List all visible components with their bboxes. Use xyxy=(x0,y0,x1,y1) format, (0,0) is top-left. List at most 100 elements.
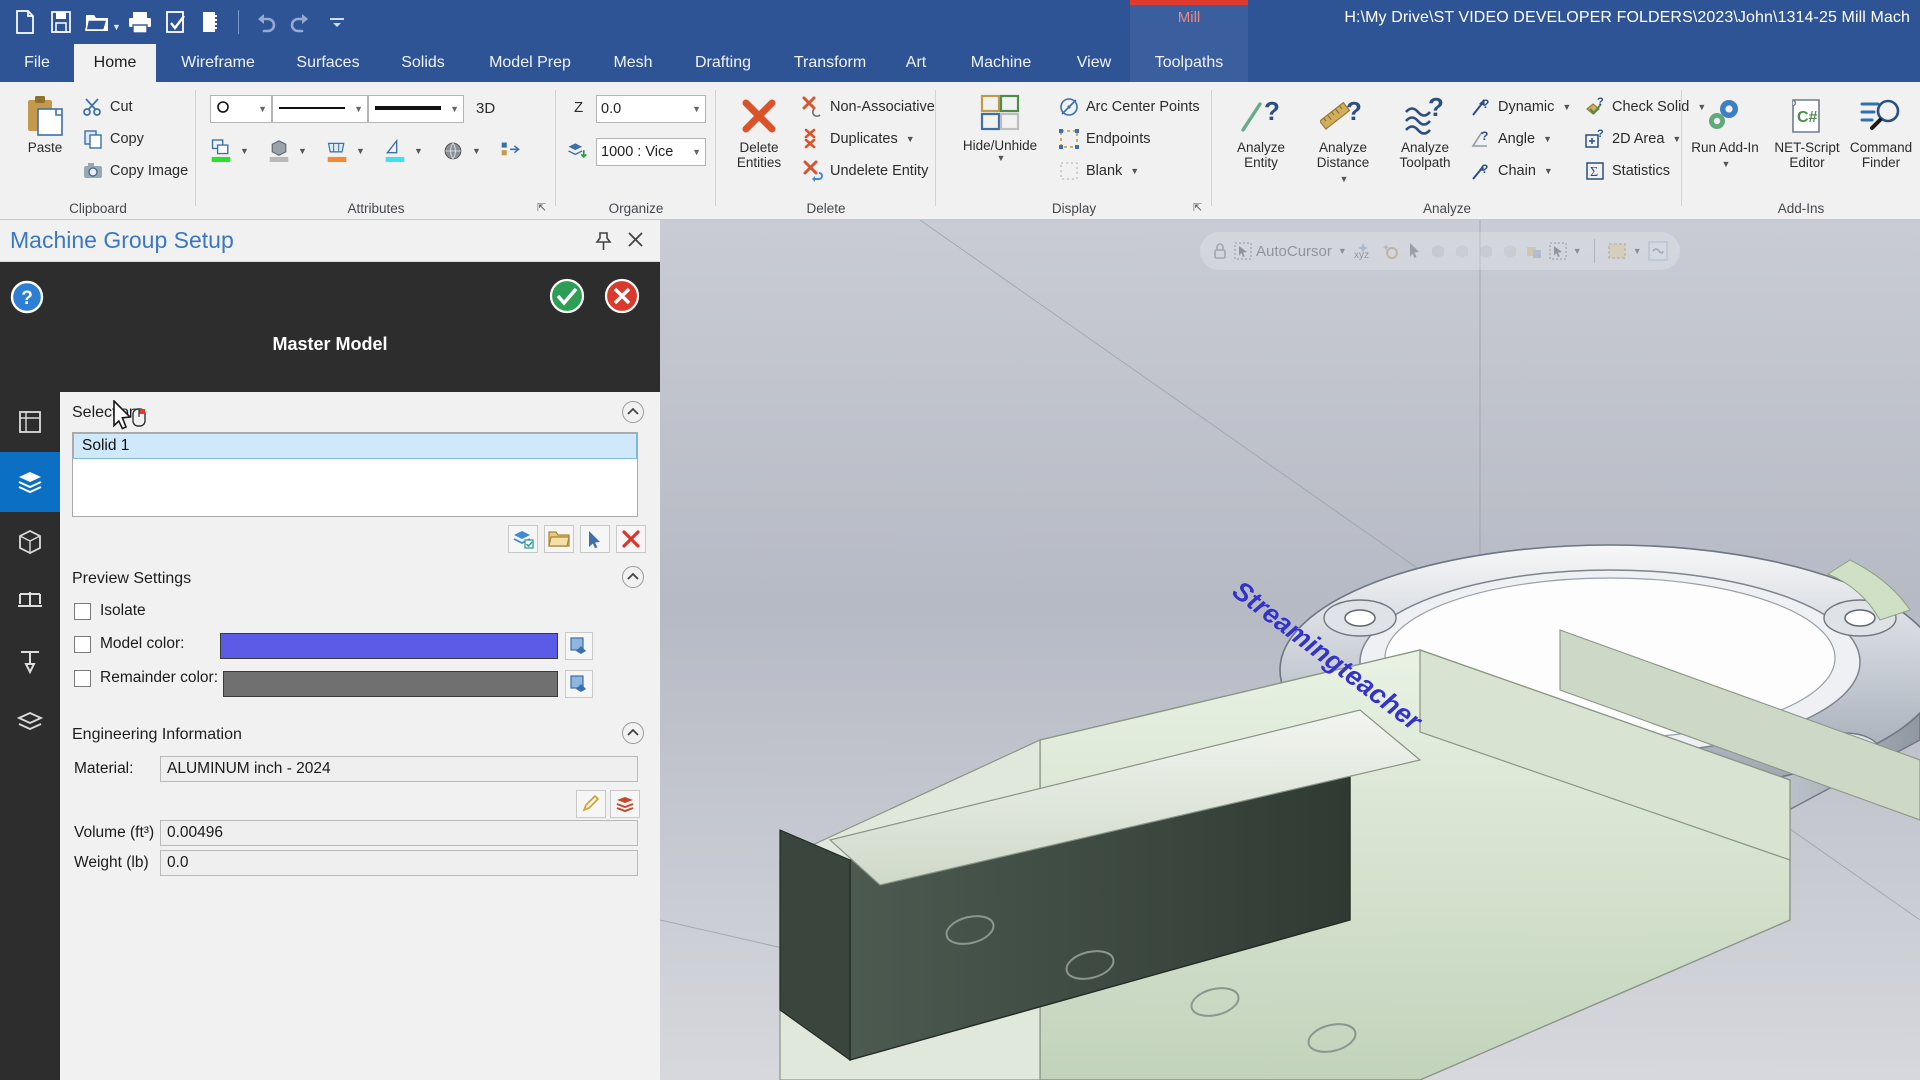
material-library-button[interactable] xyxy=(610,790,640,818)
redo-icon[interactable] xyxy=(284,4,318,40)
customize-qat-icon[interactable] xyxy=(320,4,354,40)
selection-listbox[interactable]: Solid 1 xyxy=(72,432,638,517)
chevron-down-icon[interactable]: ▼ xyxy=(906,134,915,144)
chevron-down-icon[interactable]: ▼ xyxy=(446,104,459,114)
area-2d-button[interactable]: ? 2D Area ▼ xyxy=(1584,128,1681,150)
chevron-down-icon[interactable]: ▼ xyxy=(1672,134,1681,144)
solid-body-icon[interactable] xyxy=(1477,242,1495,260)
analyze-distance-button[interactable]: ? Analyze Distance ▼ xyxy=(1304,92,1382,187)
xyz-snap-icon[interactable]: xyz xyxy=(1353,241,1375,261)
graphics-viewport[interactable]: AutoCursor ▼ xyz ▼ ▼ Streamingteacher xyxy=(660,220,1920,1080)
viewport-selection-toolbar[interactable]: AutoCursor ▼ xyz ▼ ▼ xyxy=(1200,232,1680,270)
solid-edge-icon[interactable] xyxy=(1453,242,1471,260)
remainder-color-picker-button[interactable] xyxy=(565,670,593,698)
rail-item-tooling[interactable] xyxy=(0,632,60,692)
surface-icon[interactable] xyxy=(1525,242,1543,260)
attributes-dialog-launcher[interactable]: ⇱ xyxy=(537,201,551,215)
solid-face-icon[interactable] xyxy=(1429,242,1447,260)
line-width-combo[interactable]: ▼ xyxy=(368,95,464,123)
wireframe-color-button[interactable]: ▼ xyxy=(210,139,249,162)
selection-mask-icon[interactable]: ▼ xyxy=(1607,242,1642,260)
chevron-down-icon[interactable]: ▼ xyxy=(688,104,701,114)
chevron-down-icon[interactable]: ▼ xyxy=(1338,246,1347,256)
tab-mesh[interactable]: Mesh xyxy=(598,44,668,82)
chevron-down-icon[interactable]: ▼ xyxy=(298,146,307,156)
lock-icon[interactable] xyxy=(1212,242,1228,260)
chevron-down-icon[interactable]: ▼ xyxy=(1722,159,1731,169)
pin-icon[interactable] xyxy=(595,232,612,254)
dynamic-analyze-button[interactable]: ? Dynamic ▼ xyxy=(1470,96,1571,118)
rail-item-stock[interactable] xyxy=(0,512,60,572)
chevron-down-icon[interactable]: ▼ xyxy=(472,146,481,156)
tab-transform[interactable]: Transform xyxy=(778,44,882,82)
analyze-toolpath-button[interactable]: ? Analyze Toolpath xyxy=(1386,92,1464,170)
line-style-combo[interactable]: ▼ xyxy=(272,95,368,123)
tab-file[interactable]: File xyxy=(8,44,66,82)
chevron-down-icon[interactable]: ▼ xyxy=(1573,246,1582,256)
engineering-information-collapse-toggle[interactable] xyxy=(622,722,644,744)
chevron-down-icon[interactable]: ▼ xyxy=(350,104,363,114)
open-dropdown-caret[interactable]: ▼ xyxy=(112,22,121,42)
solid-feature-icon[interactable] xyxy=(1501,242,1519,260)
arc-center-points-button[interactable]: Arc Center Points xyxy=(1058,96,1200,118)
net-script-editor-button[interactable]: C# NET-Script Editor xyxy=(1768,92,1846,170)
chevron-down-icon[interactable]: ▼ xyxy=(414,146,423,156)
tab-solids[interactable]: Solids xyxy=(384,44,462,82)
cancel-button[interactable] xyxy=(604,278,640,317)
edit-material-button[interactable] xyxy=(576,790,606,818)
rail-item-planes[interactable] xyxy=(0,392,60,452)
tab-surfaces[interactable]: Surfaces xyxy=(280,44,376,82)
tab-drafting[interactable]: Drafting xyxy=(676,44,770,82)
tab-art[interactable]: Art xyxy=(890,44,942,82)
zoom-window-icon[interactable] xyxy=(195,4,229,40)
open-folder-icon[interactable] xyxy=(80,4,114,40)
copy-image-button[interactable]: Copy Image xyxy=(82,160,188,182)
hide-unhide-button[interactable]: Hide/Unhide ▼ xyxy=(952,90,1048,166)
chevron-down-icon[interactable]: ▼ xyxy=(1544,166,1553,176)
material-color-button[interactable]: ▼ xyxy=(442,140,481,162)
model-color-picker-button[interactable] xyxy=(565,632,593,660)
chevron-down-icon[interactable]: ▼ xyxy=(954,151,1048,166)
new-file-icon[interactable] xyxy=(8,4,42,40)
print-preview-icon[interactable] xyxy=(159,4,193,40)
analyze-quick-icon[interactable] xyxy=(1648,241,1668,261)
rail-item-master-model[interactable] xyxy=(0,452,60,512)
command-finder-button[interactable]: Command Finder xyxy=(1842,92,1920,170)
surface-color-button[interactable]: ▼ xyxy=(326,140,365,162)
autocursor-icon[interactable]: AutoCursor ▼ xyxy=(1234,242,1347,260)
help-icon[interactable]: ? xyxy=(10,280,44,317)
isolate-checkbox[interactable] xyxy=(74,602,91,620)
angle-analyze-button[interactable]: ? Angle ▼ xyxy=(1470,128,1552,150)
delete-entities-button[interactable]: Delete Entities xyxy=(720,92,798,170)
endpoints-button[interactable]: Endpoints xyxy=(1058,128,1151,150)
rail-item-safety[interactable] xyxy=(0,692,60,752)
arrow-select-icon[interactable] xyxy=(1407,242,1423,260)
level-icon-button[interactable] xyxy=(566,140,588,162)
window-select-icon[interactable]: ▼ xyxy=(1549,242,1582,260)
copy-button[interactable]: Copy xyxy=(82,128,144,150)
chevron-down-icon[interactable]: ▼ xyxy=(240,146,249,156)
run-addin-button[interactable]: Run Add-In ▼ xyxy=(1686,92,1764,172)
open-file-button[interactable] xyxy=(544,525,574,553)
cut-button[interactable]: Cut xyxy=(82,96,133,118)
chain-analyze-button[interactable]: ? Chain ▼ xyxy=(1470,160,1553,182)
model-color-checkbox[interactable] xyxy=(74,635,91,653)
display-dialog-launcher[interactable]: ⇱ xyxy=(1193,201,1207,215)
origin-snap-icon[interactable] xyxy=(1381,241,1401,261)
model-color-swatch[interactable] xyxy=(220,633,558,659)
chevron-down-icon[interactable]: ▼ xyxy=(1633,246,1642,256)
statistics-button[interactable]: Σ Statistics xyxy=(1584,160,1670,182)
duplicates-button[interactable]: Duplicates ▼ xyxy=(802,128,915,150)
chevron-down-icon[interactable]: ▼ xyxy=(1543,134,1552,144)
tab-model-prep[interactable]: Model Prep xyxy=(470,44,590,82)
chevron-down-icon[interactable]: ▼ xyxy=(356,146,365,156)
save-icon[interactable] xyxy=(44,4,78,40)
tab-toolpaths[interactable]: Toolpaths xyxy=(1130,44,1248,82)
tab-machine[interactable]: Machine xyxy=(950,44,1052,82)
non-associative-button[interactable]: Non-Associative xyxy=(802,96,935,118)
confirm-button[interactable] xyxy=(549,278,585,317)
undo-icon[interactable] xyxy=(248,4,282,40)
level-combo[interactable]: 1000 : Vice ▼ xyxy=(596,138,706,166)
isolate-checkbox-row[interactable]: Isolate xyxy=(74,602,146,620)
remainder-color-checkbox[interactable] xyxy=(74,669,91,687)
